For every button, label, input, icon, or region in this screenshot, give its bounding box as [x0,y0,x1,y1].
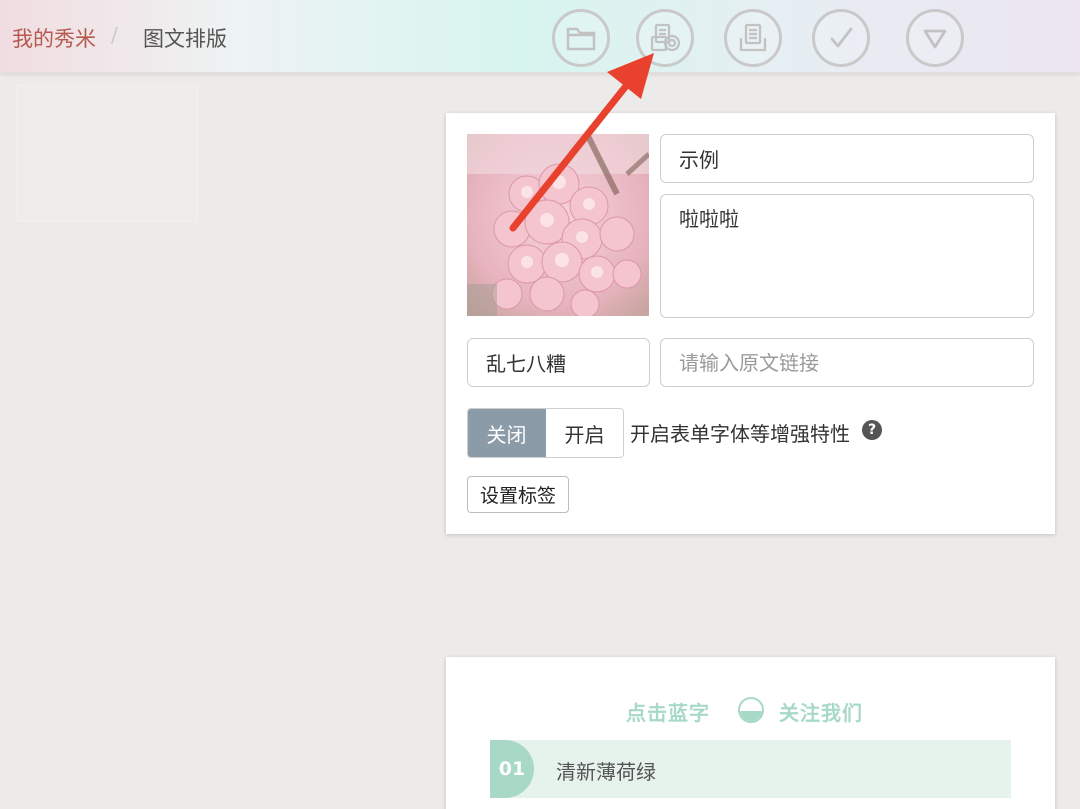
source-link-input[interactable] [660,338,1034,387]
more-menu-button[interactable] [906,9,964,67]
checkmark-icon [830,27,853,48]
breadcrumb-root-link[interactable]: 我的秀米 [12,23,96,53]
enhance-toggle[interactable]: 关闭 开启 [467,408,624,458]
follow-prompt-left: 点击蓝字 [626,701,710,725]
toggle-description: 开启表单字体等增强特性 [630,422,850,446]
article-settings-card: 啦啦啦 关闭 开启 开启表单字体等增强特性 ? 设置标签 [446,113,1055,534]
section-number-badge: 01 [490,740,534,798]
open-folder-button[interactable] [552,9,610,67]
author-input[interactable] [467,338,650,387]
document-icon [739,23,767,52]
section-title: 清新薄荷绿 [556,760,656,784]
save-check-button[interactable] [812,9,870,67]
help-icon[interactable]: ? [862,420,882,440]
top-bar: 我的秀米 / 图文排版 [0,0,1080,73]
preview-document-button[interactable] [724,9,782,67]
cover-image-button[interactable] [636,9,694,67]
toggle-off-option[interactable]: 关闭 [468,409,546,457]
cover-image-icon [650,23,681,52]
cherry-blossom-photo [467,134,649,316]
half-circle-icon [738,697,764,723]
toggle-on-option[interactable]: 开启 [546,409,623,457]
side-panel [16,84,198,222]
triangle-down-icon [923,29,947,49]
article-preview-card: 点击蓝字 关注我们 01 清新薄荷绿 [446,657,1055,809]
digest-textarea[interactable]: 啦啦啦 [660,194,1034,318]
breadcrumb-separator: / [111,23,118,47]
breadcrumb-current: 图文排版 [143,27,227,51]
cover-image[interactable] [467,134,649,316]
set-tags-button[interactable]: 设置标签 [467,476,569,513]
section-heading[interactable]: 01 清新薄荷绿 [490,740,1011,798]
follow-prompt-right: 关注我们 [779,701,863,725]
title-input[interactable] [660,134,1034,183]
folder-icon [566,27,596,51]
